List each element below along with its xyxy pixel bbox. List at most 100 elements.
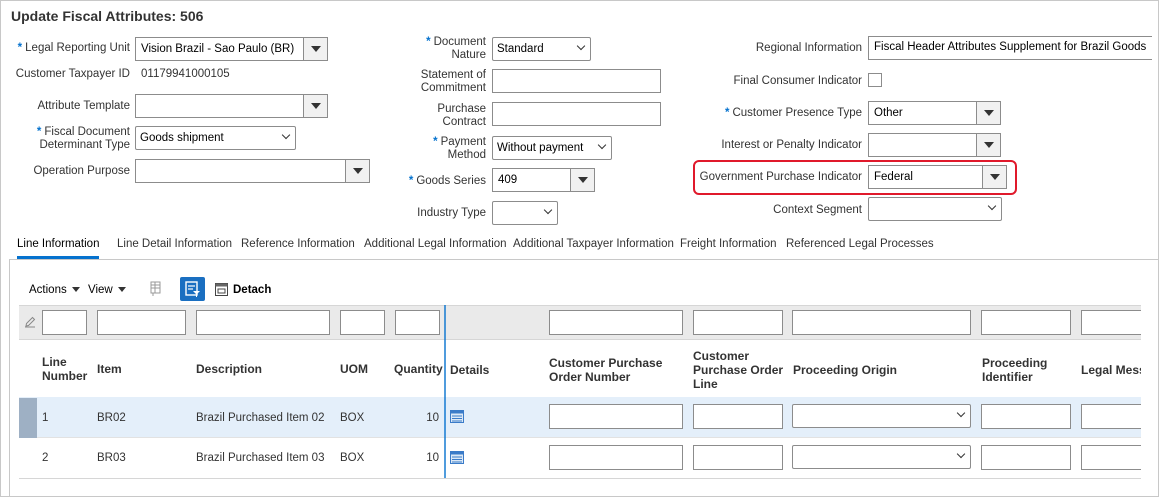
detach-icon[interactable] [214,282,229,297]
customer-taxpayer-id-label: Customer Taxpayer ID [15,68,130,80]
tab-additional-taxpayer-information[interactable]: Additional Taxpayer Information [513,238,674,250]
customer-presence-type-combo[interactable]: Other [868,101,1001,125]
filter-cpo-line[interactable] [693,310,783,335]
table-bottom-border [19,478,1141,479]
cpo-line-input[interactable] [693,445,783,470]
actions-menu[interactable]: Actions [29,284,80,296]
proceeding-identifier-input[interactable] [981,445,1071,470]
column-header-proceeding-identifier[interactable]: Proceeding Identifier [982,356,1047,384]
filter-legal-message[interactable] [1081,310,1141,335]
legal-reporting-unit-label: * Legal Reporting Unit [17,42,130,54]
purchase-contract-label: Purchase Contract [437,103,486,128]
final-consumer-indicator-label: Final Consumer Indicator [733,75,862,87]
tab-additional-legal-information[interactable]: Additional Legal Information [364,238,507,250]
industry-type-select[interactable] [492,201,558,225]
column-header-cpo-number[interactable]: Customer Purchase Order Number [549,356,662,384]
cpo-line-input[interactable] [693,404,783,429]
filter-uom[interactable] [340,310,385,335]
cell-description: Brazil Purchased Item 02 [196,412,325,424]
filter-proceeding-origin[interactable] [792,310,971,335]
filter-cpo-number[interactable] [549,310,683,335]
view-menu[interactable]: View [88,284,126,296]
chevron-down-icon[interactable] [982,166,1006,188]
chevron-down-icon[interactable] [303,95,327,117]
tab-reference-information[interactable]: Reference Information [241,238,355,250]
attribute-template-combo[interactable] [135,94,328,118]
chevron-down-icon [987,201,997,211]
column-header-cpo-line[interactable]: Customer Purchase Order Line [693,349,783,391]
frozen-column-divider [444,305,446,478]
cell-description: Brazil Purchased Item 03 [196,452,325,464]
regional-information-input[interactable]: Fiscal Header Attributes Supplement for … [868,36,1152,60]
operation-purpose-combo[interactable] [135,159,370,183]
chevron-down-icon[interactable] [976,134,1000,156]
context-segment-label: Context Segment [773,204,862,216]
chevron-down-icon [956,449,966,459]
customer-taxpayer-id-value: 01179941000105 [141,68,230,80]
column-header-item[interactable]: Item [97,362,122,376]
freeze-icon[interactable] [148,281,164,297]
filter-line-number[interactable] [42,310,87,335]
column-header-description[interactable]: Description [196,362,262,376]
document-nature-select[interactable]: Standard [492,37,591,61]
tab-freight-information[interactable]: Freight Information [680,238,777,250]
tab-line-detail-information[interactable]: Line Detail Information [117,238,232,250]
column-header-details[interactable]: Details [450,363,489,377]
interest-or-penalty-combo[interactable] [868,133,1001,157]
cell-line-number: 1 [42,412,49,424]
page-title: Update Fiscal Attributes: 506 [11,8,204,24]
tab-line-information[interactable]: Line Information [17,238,100,259]
column-header-legal-message[interactable]: Legal Mess [1081,363,1141,377]
chevron-down-icon [956,408,966,418]
proceeding-identifier-input[interactable] [981,404,1071,429]
detach-button[interactable]: Detach [233,284,271,296]
chevron-down-icon [597,140,607,150]
chevron-down-icon[interactable] [345,160,369,182]
chevron-down-icon [576,41,586,51]
filter-icon [185,281,200,297]
filter-proceeding-identifier[interactable] [981,310,1071,335]
context-segment-select[interactable] [868,197,1002,221]
goods-series-combo[interactable]: 409 [492,168,595,192]
payment-method-label: * Payment Method [433,136,486,161]
payment-method-select[interactable]: Without payment [492,136,612,160]
tab-referenced-legal-processes[interactable]: Referenced Legal Processes [786,238,934,250]
triangle-down-icon [117,287,126,293]
proceeding-origin-select[interactable] [792,404,971,428]
column-header-proceeding-origin[interactable]: Proceeding Origin [793,363,897,377]
cpo-number-input[interactable] [549,404,683,429]
query-by-example-button[interactable] [180,277,205,301]
statement-of-commitment-input[interactable] [492,69,661,93]
customer-presence-type-label: * Customer Presence Type [724,107,862,119]
fiscal-document-determinant-select[interactable]: Goods shipment [135,126,296,150]
filter-quantity[interactable] [395,310,440,335]
cpo-number-input[interactable] [549,445,683,470]
column-header-line-number[interactable]: Line Number [42,355,87,383]
filter-item[interactable] [97,310,186,335]
chevron-down-icon[interactable] [303,38,327,60]
filter-description[interactable] [196,310,330,335]
cell-item: BR02 [97,412,126,424]
cell-quantity: 10 [426,412,439,424]
chevron-down-icon [543,205,553,215]
government-purchase-indicator-combo[interactable]: Federal [868,165,1007,189]
legal-message-input[interactable] [1081,404,1141,429]
statement-of-commitment-label: Statement of Commitment [420,69,486,94]
details-icon[interactable] [450,410,464,423]
chevron-down-icon[interactable] [570,169,594,191]
cell-line-number: 2 [42,452,49,464]
column-header-quantity[interactable]: Quantity [394,362,443,376]
column-header-uom[interactable]: UOM [340,362,368,376]
legal-message-input[interactable] [1081,445,1141,470]
interest-or-penalty-label: Interest or Penalty Indicator [721,139,862,151]
final-consumer-indicator-checkbox[interactable] [868,73,882,87]
details-icon[interactable] [450,451,464,464]
purchase-contract-input[interactable] [492,102,661,126]
cell-item: BR03 [97,452,126,464]
chevron-down-icon[interactable] [976,102,1000,124]
legal-reporting-unit-combo[interactable]: Vision Brazil - Sao Paulo (BR) [135,37,328,61]
proceeding-origin-select[interactable] [792,445,971,469]
pencil-icon [25,316,36,328]
tab-bar: Line Information Line Detail Information… [9,236,1159,260]
industry-type-label: Industry Type [417,207,486,219]
